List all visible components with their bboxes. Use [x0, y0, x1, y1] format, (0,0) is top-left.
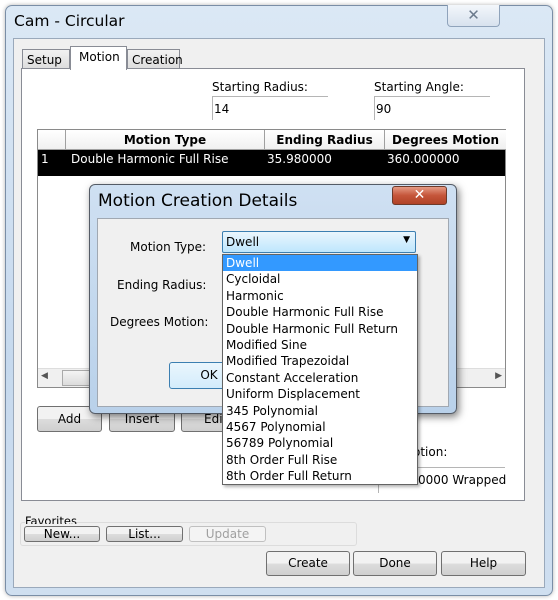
done-button[interactable]: Done — [353, 551, 437, 576]
dropdown-option[interactable]: 4567 Polynomial — [223, 419, 417, 435]
tab-creation[interactable]: Creation — [127, 49, 183, 69]
create-button[interactable]: Create — [266, 551, 350, 576]
column-header-motion-type[interactable]: Motion Type — [66, 130, 265, 150]
window-title: Cam - Circular — [14, 12, 125, 30]
dropdown-option[interactable]: 56789 Polynomial — [223, 435, 417, 451]
scroll-left-icon[interactable]: ◀ — [41, 371, 48, 381]
row-motion-type: Double Harmonic Full Rise — [71, 152, 229, 166]
column-header-degrees-motion[interactable]: Degrees Motion — [385, 130, 506, 150]
tab-setup[interactable]: Setup — [22, 49, 70, 69]
starting-angle-input[interactable]: 90 — [376, 102, 391, 116]
motion-type-selected: Dwell — [226, 235, 260, 249]
tab-motion[interactable]: Motion — [70, 46, 127, 70]
dropdown-option[interactable]: Harmonic — [223, 288, 417, 304]
dropdown-option[interactable]: Double Harmonic Full Return — [223, 321, 417, 337]
ending-radius-label: Ending Radius: — [117, 278, 207, 292]
window-close-button[interactable]: ✕ — [447, 5, 500, 27]
dropdown-option[interactable]: Double Harmonic Full Rise — [223, 304, 417, 320]
total-motion-label: otion: — [413, 445, 448, 459]
degrees-motion-label: Degrees Motion: — [110, 315, 209, 329]
dialog-close-button[interactable]: ✕ — [392, 186, 447, 205]
column-header-index — [38, 130, 66, 150]
dropdown-option[interactable]: Uniform Displacement — [223, 386, 417, 402]
dialog-title: Motion Creation Details — [98, 191, 298, 211]
dropdown-option[interactable]: 8th Order Full Rise — [223, 452, 417, 468]
dropdown-option[interactable]: Constant Acceleration — [223, 370, 417, 386]
starting-radius-label: Starting Radius: — [212, 80, 308, 94]
favorites-list-button[interactable]: List... — [106, 526, 183, 542]
row-index: 1 — [41, 152, 49, 166]
close-icon: ✕ — [413, 187, 426, 203]
row-ending-radius: 35.980000 — [267, 152, 332, 166]
dropdown-option[interactable]: Dwell — [223, 255, 417, 272]
favorites-new-button[interactable]: New... — [24, 526, 100, 542]
close-icon: ✕ — [467, 6, 480, 24]
column-header-ending-radius[interactable]: Ending Radius — [265, 130, 385, 150]
starting-angle-label: Starting Angle: — [374, 80, 464, 94]
scroll-right-icon[interactable]: ▶ — [495, 371, 502, 381]
motion-type-label: Motion Type: — [130, 240, 207, 254]
table-row[interactable]: 1 Double Harmonic Full Rise 35.980000 36… — [38, 150, 505, 176]
motion-type-dropdown-list[interactable]: Dwell Cycloidal Harmonic Double Harmonic Fu… — [222, 254, 418, 485]
dropdown-option[interactable]: Cycloidal — [223, 271, 417, 287]
dropdown-option[interactable]: 345 Polynomial — [223, 403, 417, 419]
starting-radius-input[interactable]: 14 — [214, 102, 229, 116]
total-motion-value: 0000 Wrapped — [418, 473, 507, 487]
dropdown-option[interactable]: Modified Sine — [223, 337, 417, 353]
motion-type-combobox[interactable]: Dwell ▼ — [222, 231, 416, 253]
favorites-update-button: Update — [189, 526, 266, 542]
favorites-label: Favorites — [25, 514, 77, 524]
dropdown-option[interactable]: Modified Trapezoidal — [223, 353, 417, 369]
help-button[interactable]: Help — [441, 551, 526, 576]
dropdown-option[interactable]: 8th Order Full Return — [223, 468, 417, 484]
chevron-down-icon[interactable]: ▼ — [403, 235, 410, 245]
row-degrees-motion: 360.000000 — [387, 152, 460, 166]
